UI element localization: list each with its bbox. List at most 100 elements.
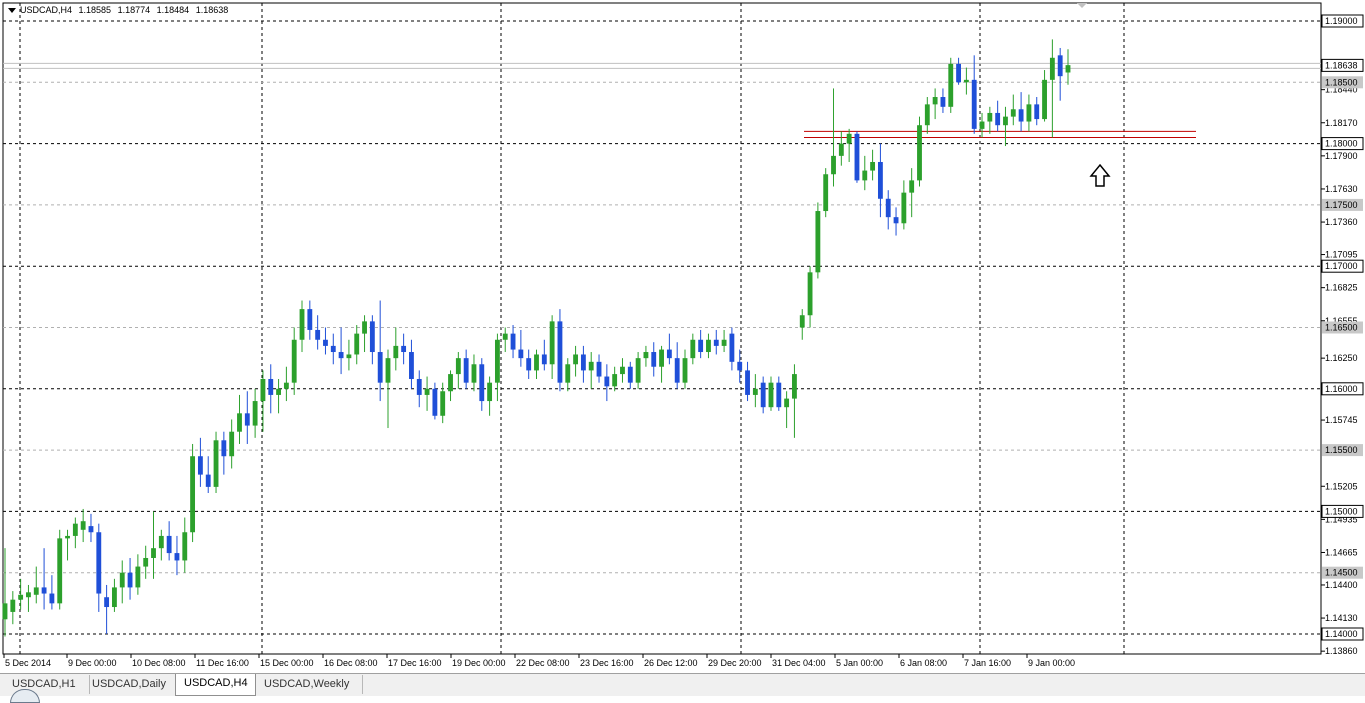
- candle-body: [792, 374, 797, 399]
- minor-level-label: 1.15500: [1325, 445, 1358, 455]
- candle-body: [737, 361, 743, 371]
- candle-body: [346, 354, 352, 359]
- candle-body: [690, 339, 696, 359]
- minor-level-label: 1.17500: [1325, 200, 1358, 210]
- candle-body: [10, 599, 16, 612]
- candle-body: [627, 366, 633, 383]
- candle-body: [877, 161, 883, 199]
- candle-body: [276, 388, 281, 395]
- candle-body: [831, 155, 836, 175]
- candle-body: [963, 79, 969, 83]
- tab-usdcad-daily[interactable]: USDCAD,Daily: [84, 675, 178, 694]
- time-tick-label: 17 Dec 16:00: [388, 658, 442, 668]
- time-tick-label: 31 Dec 04:00: [772, 658, 826, 668]
- price-tick-label: 1.15205: [1325, 481, 1358, 491]
- close-price: 1.18638: [195, 5, 229, 15]
- candle-body: [580, 354, 586, 371]
- candle-body: [432, 388, 438, 416]
- candlestick-chart[interactable]: 1.190001.184401.181701.179001.176301.173…: [0, 0, 1365, 673]
- candle-body: [1034, 104, 1040, 120]
- candle-body: [502, 333, 508, 340]
- candle-body: [940, 97, 946, 107]
- candle-body: [948, 63, 954, 107]
- time-tick-label: 10 Dec 08:00: [132, 658, 186, 668]
- candle-body: [1010, 109, 1016, 117]
- major-level-label: 1.15000: [1325, 506, 1358, 516]
- candle-body: [870, 161, 876, 171]
- major-level-label: 1.17000: [1325, 261, 1358, 271]
- open-price: 1.18585: [78, 5, 112, 15]
- candle-body: [166, 535, 172, 554]
- candle-body: [260, 378, 266, 402]
- price-tick-label: 1.14665: [1325, 547, 1358, 557]
- candle-body: [174, 553, 180, 561]
- time-tick-label: 15 Dec 00:00: [260, 658, 314, 668]
- time-tick-label: 26 Dec 12:00: [644, 658, 698, 668]
- candle-body: [713, 339, 719, 346]
- candle-body: [291, 339, 297, 383]
- candle-body: [846, 133, 852, 144]
- candle-body: [1026, 104, 1032, 122]
- time-tick-label: 7 Jan 16:00: [964, 658, 1011, 668]
- candle-body: [557, 321, 563, 383]
- candle-body: [440, 391, 446, 416]
- candle-body: [854, 133, 860, 181]
- chart-area[interactable]: 1.190001.184401.181701.179001.176301.173…: [0, 0, 1365, 673]
- candle-body: [682, 358, 688, 383]
- candle-body: [1042, 79, 1047, 120]
- candle-body: [315, 329, 321, 340]
- tab-usdcad-h4[interactable]: USDCAD,H4: [175, 674, 256, 696]
- candle-body: [487, 382, 493, 402]
- time-tick-label: 9 Jan 00:00: [1028, 658, 1075, 668]
- time-tick-label: 5 Dec 2014: [5, 658, 51, 668]
- candle-body: [127, 572, 133, 588]
- candle-body: [72, 523, 78, 536]
- candle-body: [1049, 57, 1055, 80]
- candle-body: [471, 364, 477, 383]
- candle-body: [57, 538, 63, 604]
- major-level-label: 1.16000: [1325, 384, 1358, 394]
- candle-body: [573, 354, 579, 365]
- candle-body: [401, 345, 407, 353]
- time-tick-label: 6 Jan 08:00: [900, 658, 947, 668]
- candle-body: [479, 364, 485, 402]
- minor-level-label: 1.16500: [1325, 323, 1358, 333]
- price-tick-label: 1.14400: [1325, 580, 1358, 590]
- candle-body: [651, 352, 657, 367]
- candle-body: [213, 440, 219, 487]
- candle-body: [96, 532, 102, 594]
- candle-body: [244, 413, 250, 426]
- tab-usdcad-weekly[interactable]: USDCAD,Weekly: [256, 675, 363, 694]
- price-tick-label: 1.17360: [1325, 217, 1358, 227]
- candle-body: [237, 413, 242, 432]
- candle-body: [956, 63, 961, 83]
- current-price-label: 1.18638: [1325, 60, 1358, 70]
- candle-body: [932, 97, 938, 105]
- major-level-label: 1.19000: [1325, 16, 1358, 26]
- candle-body: [924, 104, 930, 126]
- price-tick-label: 1.15745: [1325, 415, 1358, 425]
- menu-triangle-icon[interactable]: [8, 8, 16, 14]
- candle-body: [18, 594, 24, 600]
- candle-body: [784, 398, 790, 408]
- candle-body: [604, 376, 610, 387]
- symbol-label: USDCAD,H4: [20, 5, 73, 15]
- candle-body: [197, 456, 203, 475]
- candle-body: [901, 192, 907, 224]
- candle-body: [706, 339, 711, 353]
- candle-body: [88, 526, 94, 533]
- price-tick-label: 1.13860: [1325, 646, 1358, 656]
- candle-body: [588, 361, 594, 371]
- candle-body: [1003, 116, 1008, 126]
- candle-body: [807, 272, 813, 316]
- candle-body: [393, 345, 399, 359]
- candle-body: [190, 456, 196, 533]
- plot-frame: [2, 2, 1322, 655]
- candle-body: [424, 388, 430, 395]
- high-price: 1.18774: [117, 5, 151, 15]
- candle-body: [596, 361, 602, 377]
- time-tick-label: 22 Dec 08:00: [516, 658, 570, 668]
- price-tick-label: 1.17900: [1325, 151, 1358, 161]
- time-tick-label: 19 Dec 00:00: [452, 658, 506, 668]
- candle-body: [620, 366, 625, 375]
